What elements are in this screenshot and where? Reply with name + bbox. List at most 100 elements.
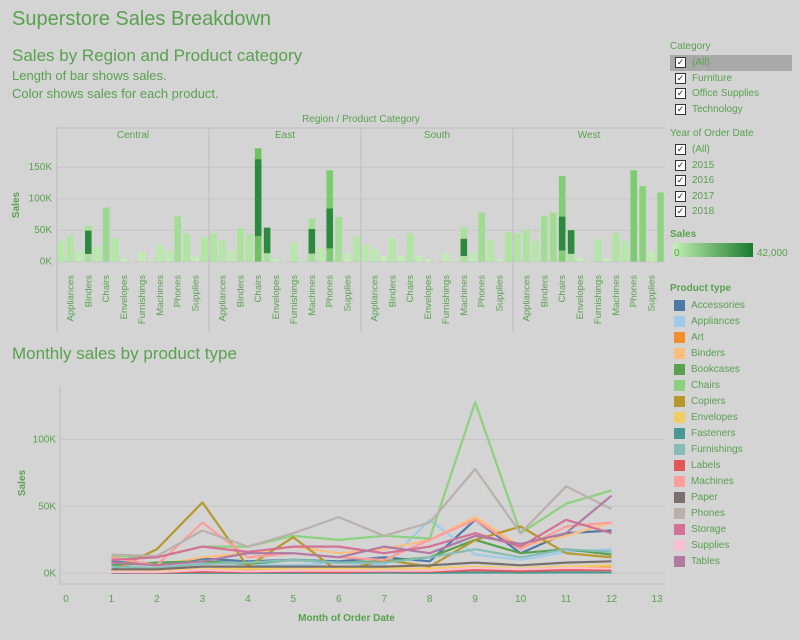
- bar[interactable]: [156, 245, 164, 262]
- bar[interactable]: [433, 261, 441, 262]
- bar-dark-segment[interactable]: [263, 227, 271, 254]
- bar[interactable]: [353, 236, 360, 262]
- bar[interactable]: [397, 255, 405, 262]
- bar[interactable]: [201, 237, 208, 262]
- bar[interactable]: [380, 256, 387, 262]
- bar[interactable]: [657, 192, 664, 262]
- bar[interactable]: [523, 229, 530, 262]
- checkbox-icon[interactable]: ✓: [675, 190, 686, 202]
- category-option[interactable]: ✓ Office Supplies: [670, 86, 792, 102]
- bar[interactable]: [478, 212, 485, 262]
- series-line[interactable]: [111, 401, 612, 559]
- bar[interactable]: [58, 240, 65, 262]
- legend-item[interactable]: Storage: [670, 521, 745, 537]
- bar[interactable]: [442, 253, 450, 262]
- bar[interactable]: [371, 249, 378, 262]
- bar[interactable]: [174, 216, 181, 262]
- bar[interactable]: [362, 244, 369, 262]
- bar[interactable]: [541, 216, 548, 262]
- checkbox-icon[interactable]: ✓: [675, 175, 686, 187]
- legend-item[interactable]: Copiers: [670, 393, 745, 409]
- bar[interactable]: [496, 258, 503, 262]
- legend-item[interactable]: Paper: [670, 489, 745, 505]
- bar[interactable]: [406, 233, 414, 262]
- checkbox-icon[interactable]: ✓: [675, 159, 686, 171]
- bar-dark-segment[interactable]: [558, 216, 566, 251]
- checkbox-icon[interactable]: ✓: [675, 72, 686, 84]
- bar[interactable]: [281, 261, 289, 262]
- legend-item[interactable]: Envelopes: [670, 409, 745, 425]
- bar[interactable]: [532, 240, 539, 262]
- bar[interactable]: [514, 233, 521, 262]
- legend-item[interactable]: Bookcases: [670, 361, 745, 377]
- bar-dark-segment[interactable]: [567, 230, 575, 254]
- bar-dark-segment[interactable]: [85, 230, 92, 254]
- bar[interactable]: [111, 238, 119, 262]
- year-option[interactable]: ✓ (All): [670, 142, 754, 158]
- legend-item[interactable]: Chairs: [670, 377, 745, 393]
- bar[interactable]: [469, 252, 477, 262]
- bar[interactable]: [228, 250, 235, 262]
- year-option[interactable]: ✓ 2016: [670, 173, 754, 189]
- bar[interactable]: [67, 235, 74, 262]
- bar[interactable]: [389, 238, 396, 262]
- bar[interactable]: [219, 240, 226, 262]
- legend-item[interactable]: Binders: [670, 345, 745, 361]
- bar[interactable]: [237, 228, 244, 262]
- bar[interactable]: [505, 232, 512, 262]
- bar-dark-segment[interactable]: [308, 228, 316, 254]
- bar[interactable]: [93, 246, 101, 262]
- checkbox-icon[interactable]: ✓: [675, 206, 686, 218]
- bar-dark-segment[interactable]: [254, 159, 262, 237]
- bar[interactable]: [639, 186, 646, 262]
- bar[interactable]: [183, 233, 190, 262]
- bar[interactable]: [76, 250, 83, 262]
- bar[interactable]: [165, 250, 173, 262]
- category-option[interactable]: ✓ Furniture: [670, 71, 792, 87]
- bar[interactable]: [549, 212, 557, 262]
- bar[interactable]: [415, 256, 423, 262]
- monthly-line-chart[interactable]: 0K50K100K0 1 2 3 4 5 6 7 8 9 10 11 12 13Month of Orde…: [0, 372, 665, 632]
- legend-item[interactable]: Labels: [670, 457, 745, 473]
- checkbox-icon[interactable]: ✓: [675, 144, 686, 156]
- category-option[interactable]: ✓ Technology: [670, 102, 792, 118]
- legend-item[interactable]: Phones: [670, 505, 745, 521]
- bar[interactable]: [335, 216, 342, 262]
- checkbox-icon[interactable]: ✓: [675, 103, 686, 115]
- bar[interactable]: [102, 207, 110, 262]
- bar[interactable]: [129, 261, 137, 262]
- bar[interactable]: [272, 258, 280, 262]
- bar[interactable]: [603, 258, 611, 262]
- bar[interactable]: [120, 258, 128, 262]
- bar-dark-segment[interactable]: [326, 208, 333, 249]
- legend-item[interactable]: Accessories: [670, 297, 745, 313]
- legend-item[interactable]: Supplies: [670, 537, 745, 553]
- year-option[interactable]: ✓ 2017: [670, 189, 754, 205]
- bar[interactable]: [487, 239, 494, 262]
- year-option[interactable]: ✓ 2018: [670, 204, 754, 220]
- legend-item[interactable]: Tables: [670, 553, 745, 569]
- bar[interactable]: [299, 260, 307, 262]
- bar[interactable]: [630, 170, 637, 262]
- bar[interactable]: [192, 256, 199, 262]
- bar[interactable]: [344, 253, 351, 262]
- category-option[interactable]: ✓ (All): [670, 55, 792, 71]
- legend-item[interactable]: Appliances: [670, 313, 745, 329]
- year-option[interactable]: ✓ 2015: [670, 158, 754, 174]
- bar[interactable]: [245, 233, 253, 262]
- bar[interactable]: [290, 242, 298, 262]
- legend-item[interactable]: Fasteners: [670, 425, 745, 441]
- bar[interactable]: [147, 260, 155, 262]
- bar[interactable]: [576, 257, 584, 262]
- bar[interactable]: [612, 233, 620, 262]
- bar-dark-segment[interactable]: [460, 238, 468, 256]
- bar[interactable]: [621, 240, 629, 262]
- region-bar-chart[interactable]: Region / Product Category 0K 50K 100K 150K Sa…: [0, 110, 665, 338]
- legend-item[interactable]: Machines: [670, 473, 745, 489]
- legend-item[interactable]: Art: [670, 329, 745, 345]
- legend-item[interactable]: Furnishings: [670, 441, 745, 457]
- bar[interactable]: [138, 252, 146, 262]
- bar[interactable]: [648, 251, 655, 262]
- bar[interactable]: [317, 248, 325, 262]
- checkbox-icon[interactable]: ✓: [675, 57, 686, 69]
